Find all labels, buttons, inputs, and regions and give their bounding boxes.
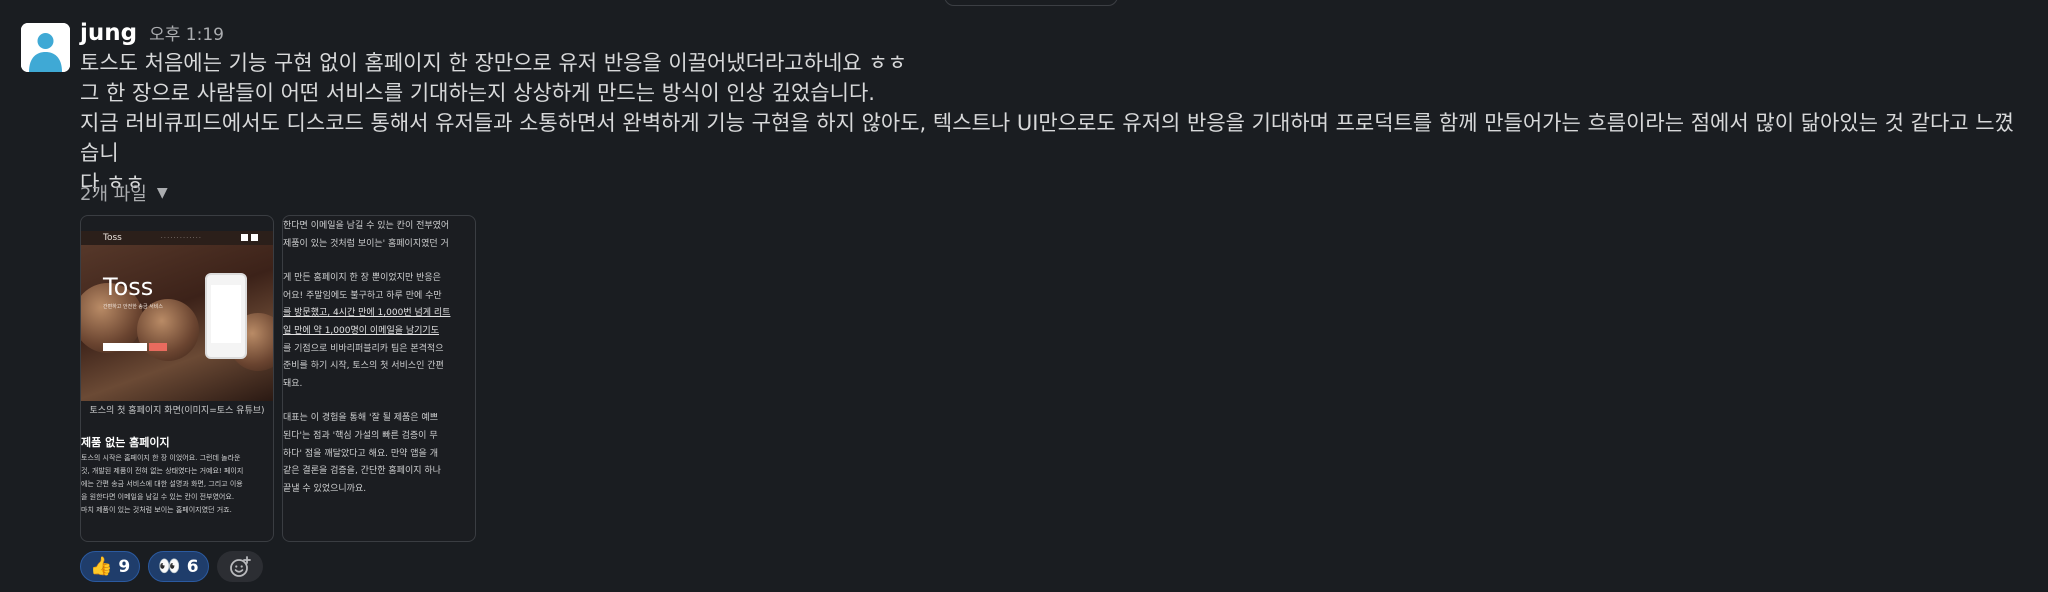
article-text: 토스의 시작은 홈페이지 한 장 이었어요. 그런데 놀라운 것, 개발된 제품… (81, 452, 273, 517)
caret-down-icon: ▼ (156, 185, 168, 201)
slack-message-view: jung 오후 1:19 토스도 처음에는 기능 구현 없이 홈페이지 한 장만… (0, 0, 2048, 592)
reaction-count: 6 (186, 556, 199, 577)
add-reaction-button[interactable] (216, 551, 263, 582)
add-emoji-icon (229, 555, 251, 577)
reaction-count: 9 (118, 556, 131, 577)
article-line: 를 방문했고, 4시간 만에 1,000번 넘게 리트 (283, 308, 451, 319)
site-navbar: Toss · · · · · · · · · · · · · (81, 231, 273, 245)
eyes-icon: 👀 (158, 555, 181, 577)
user-icon (21, 23, 70, 72)
facebook-icon (241, 234, 248, 241)
message-line: 다 ㅎㅎ (80, 171, 145, 195)
article-line: 하다' 점을 깨달았다고 해요. 만약 앱을 개 (283, 448, 438, 459)
hero-subtitle: 간편하고 안전한 송금 서비스 (103, 304, 163, 310)
avatar[interactable] (21, 23, 70, 72)
reaction-thumbs-up[interactable]: 👍 9 (80, 551, 141, 582)
article-line: 한다면 이메일을 남길 수 있는 칸이 전부였어 (283, 221, 450, 231)
file-thumbnail-1[interactable]: Toss · · · · · · · · · · · · · Toss 간편하고… (80, 215, 274, 542)
article-line: 에는 간편 송금 서비스에 대한 설명과 화면, 그리고 이용 (81, 480, 243, 488)
phone-mockup (205, 273, 247, 359)
article-line: 일 만에 약 1,000명이 이메일을 남기기도 (283, 325, 439, 336)
message-line: 토스도 처음에는 기능 구현 없이 홈페이지 한 장만으로 유저 반응을 이끌어… (80, 51, 907, 75)
article-line: 대표는 이 경험을 통해 '잘 될 제품은 예쁘 (283, 413, 438, 424)
article-line: 를 기점으로 비바리퍼블리카 팀은 본격적으 (283, 343, 444, 354)
thumbs-up-icon: 👍 (90, 555, 113, 577)
files-toggle[interactable]: 2개 파일 ▼ (80, 180, 168, 206)
article-line: 토스의 시작은 홈페이지 한 장 이었어요. 그런데 놀라운 (81, 454, 241, 462)
email-field (103, 343, 147, 351)
reaction-eyes[interactable]: 👀 6 (148, 551, 209, 582)
twitter-icon (251, 234, 258, 241)
message-line: 지금 러비큐피드에서도 디스코드 통해서 유저들과 소통하면서 완벽하게 기능 … (80, 111, 2014, 165)
article-line: 끝낼 수 있었으니까요. (283, 483, 367, 494)
author-name[interactable]: jung (80, 20, 137, 46)
hero-title: Toss (103, 273, 154, 301)
message-timestamp[interactable]: 오후 1:19 (149, 20, 224, 45)
article-line: 게 만든 홈페이지 한 장 뿐이었지만 반응은 (283, 273, 441, 284)
article-line: 것, 개발된 제품이 전혀 없는 상태였다는 거예요! 페이지 (81, 467, 244, 475)
file-thumbnail-2[interactable]: 한다면 이메일을 남길 수 있는 칸이 전부였어 제품이 있는 것처럼 보이는'… (282, 215, 476, 542)
image-caption: 토스의 첫 홈페이지 화면(이미지=토스 유튜브) (89, 406, 265, 416)
files-toggle-label: 2개 파일 (80, 184, 147, 205)
submit-button (149, 343, 167, 351)
reaction-bar: 👍 9 👀 6 (80, 551, 263, 582)
article-line: 준비를 하기 시작, 토스의 첫 서비스인 간편 (283, 361, 444, 372)
message-line: 그 한 장으로 사람들이 어떤 서비스를 기대하는지 상상하게 만드는 방식이 … (80, 81, 875, 105)
article-heading: 제품 없는 홈페이지 (81, 436, 170, 449)
article-line: 된다'는 점과 '핵심 가설의 빠른 검증이 무 (283, 430, 438, 441)
article-line: 돼요. (283, 378, 303, 389)
site-nav-text: · · · · · · · · · · · · · (161, 235, 201, 241)
article-text: 한다면 이메일을 남길 수 있는 칸이 전부였어 제품이 있는 것처럼 보이는'… (283, 218, 475, 498)
article-line: 을 원한다면 이메일을 남길 수 있는 칸이 전부였어요. (81, 493, 235, 501)
date-divider-pill[interactable] (944, 0, 1118, 6)
site-logo: Toss (103, 233, 122, 243)
message-body: 토스도 처음에는 기능 구현 없이 홈페이지 한 장만으로 유저 반응을 이끌어… (80, 48, 2032, 198)
homepage-screenshot: Toss · · · · · · · · · · · · · Toss 간편하고… (81, 231, 273, 401)
article-line: 마치 제품이 있는 것처럼 보이는 홈페이지였던 거죠. (81, 506, 232, 514)
article-line: 같은 결론을 검증을, 간단한 홈페이지 하나 (283, 466, 441, 477)
article-line: 제품이 있는 것처럼 보이는' 홈페이지였던 거 (283, 238, 449, 249)
article-line: 어요! 주말임에도 불구하고 하루 만에 수만 (283, 290, 442, 301)
